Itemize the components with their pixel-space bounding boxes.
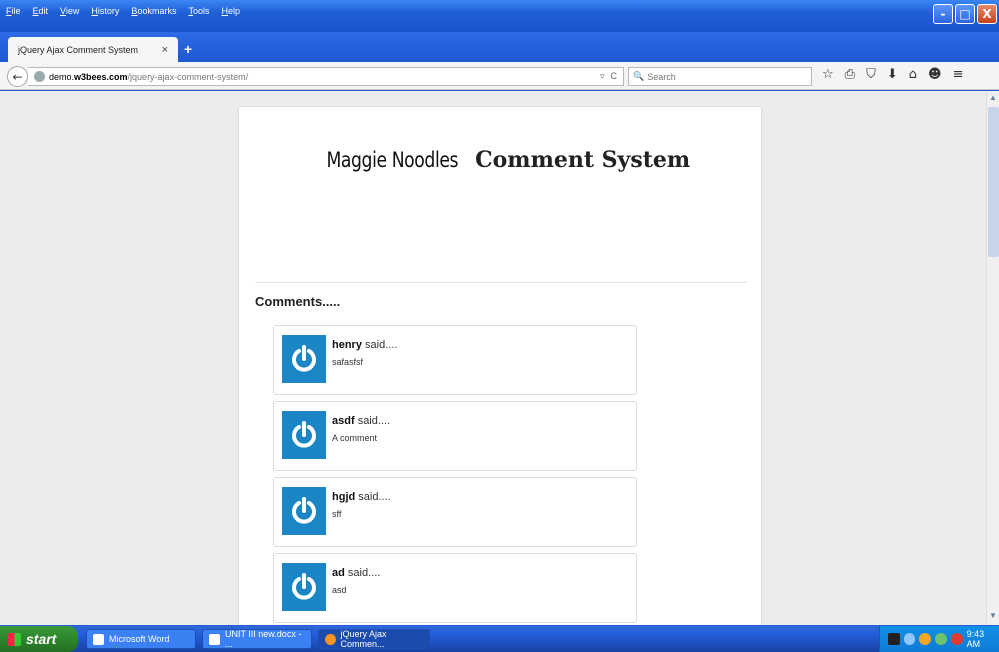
page-title: Maggie Noodles Comment System xyxy=(239,147,763,173)
volume-icon[interactable] xyxy=(935,633,947,645)
close-window-button[interactable]: X xyxy=(977,4,997,24)
bookmark-star-icon[interactable]: ☆ xyxy=(822,67,834,82)
menu-bar: File Edit View History Bookmarks Tools H… xyxy=(6,6,240,16)
new-tab-button[interactable]: + xyxy=(184,41,192,57)
avatar xyxy=(282,563,326,611)
comment-text: safasfsf xyxy=(332,357,364,367)
comment-item: hgjd said.... sff xyxy=(273,477,637,547)
start-label: start xyxy=(26,631,57,647)
word-icon xyxy=(93,633,104,645)
tab-jquery-ajax-comment-system[interactable]: jQuery Ajax Comment System × xyxy=(8,37,178,62)
menu-bookmarks[interactable]: Bookmarks xyxy=(131,6,176,16)
comment-author: ad xyxy=(332,567,345,579)
back-arrow-icon: ← xyxy=(12,69,23,84)
search-icon: 🔍 xyxy=(633,71,645,81)
power-icon xyxy=(292,421,316,448)
power-icon xyxy=(292,345,316,372)
firefox-icon xyxy=(325,633,336,645)
menu-tools[interactable]: Tools xyxy=(188,6,209,16)
divider xyxy=(255,282,747,283)
search-input[interactable] xyxy=(647,71,798,82)
menu-view[interactable]: View xyxy=(60,6,79,16)
page-title-bold: Comment System xyxy=(475,147,691,173)
window-controls: - □ X xyxy=(933,4,997,24)
browser-toolbar: ☆ ⎙ ⛉ ⬇ ⌂ ☻ ≡ xyxy=(822,67,963,82)
minimize-button[interactable]: - xyxy=(933,4,953,24)
comment-header: asdf said.... xyxy=(332,415,391,427)
window-title-bar: File Edit View History Bookmarks Tools H… xyxy=(0,0,999,32)
comment-system-card: Maggie Noodles Comment System Comments..… xyxy=(238,106,762,625)
menu-edit[interactable]: Edit xyxy=(33,6,49,16)
comments-heading: Comments..... xyxy=(255,294,341,309)
page-title-light: Maggie Noodles xyxy=(326,148,458,172)
taskbar-item-microsoft-word[interactable]: Microsoft Word xyxy=(86,629,196,649)
menu-file[interactable]: File xyxy=(6,6,21,16)
url-path: /jquery-ajax-comment-system/ xyxy=(127,71,249,82)
vertical-scrollbar[interactable]: ▲ ▼ xyxy=(986,91,999,625)
clock: 9:43 AM xyxy=(966,629,985,649)
tab-close-icon[interactable]: × xyxy=(162,44,168,56)
pocket-icon[interactable]: ⛉ xyxy=(866,67,876,82)
url-host: demo.w3bees.com xyxy=(49,71,128,82)
site-info-icon[interactable] xyxy=(34,71,45,82)
menu-history[interactable]: History xyxy=(91,6,119,16)
avatar xyxy=(282,411,326,459)
taskbar: start Microsoft Word UNIT III new.docx -… xyxy=(0,626,999,652)
comment-text: sff xyxy=(332,509,342,519)
comment-header: henry said.... xyxy=(332,339,398,351)
back-button[interactable]: ← xyxy=(7,66,28,87)
comment-author: asdf xyxy=(332,415,355,427)
avatar xyxy=(282,487,326,535)
antivirus-icon[interactable] xyxy=(950,633,963,645)
comment-author: henry xyxy=(332,339,362,351)
scroll-down-icon[interactable]: ▼ xyxy=(987,609,999,621)
navigation-bar: ← demo.w3bees.com /jquery-ajax-comment-s… xyxy=(0,62,999,90)
chat-icon[interactable]: ☻ xyxy=(928,67,942,82)
document-icon xyxy=(209,633,220,645)
comment-item: henry said.... safasfsf xyxy=(273,325,637,395)
url-bar[interactable]: demo.w3bees.com /jquery-ajax-comment-sys… xyxy=(28,67,624,86)
scrollbar-thumb[interactable] xyxy=(988,107,999,257)
taskbar-item-firefox[interactable]: jQuery Ajax Commen... xyxy=(318,629,430,649)
history-dropdown-icon[interactable]: ▿ xyxy=(600,71,605,82)
tab-strip: jQuery Ajax Comment System × + xyxy=(0,32,999,62)
taskbar-item-unit-iii-docx[interactable]: UNIT III new.docx - ... xyxy=(202,629,312,649)
downloads-icon[interactable]: ⬇ xyxy=(887,67,898,82)
home-icon[interactable]: ⌂ xyxy=(909,67,917,82)
url-tools: ▿ C xyxy=(600,71,617,82)
comment-text: A comment xyxy=(332,433,378,443)
tab-title: jQuery Ajax Comment System xyxy=(18,44,139,55)
comment-header: hgjd said.... xyxy=(332,491,391,503)
system-tray: 9:43 AM xyxy=(879,626,999,652)
search-box[interactable]: 🔍 xyxy=(628,67,812,86)
avatar xyxy=(282,335,326,383)
power-icon xyxy=(292,573,316,600)
start-button[interactable]: start xyxy=(0,626,78,652)
network-icon[interactable] xyxy=(903,633,916,645)
menu-hamburger-icon[interactable]: ≡ xyxy=(953,67,964,82)
security-icon[interactable] xyxy=(919,633,932,645)
help-icon[interactable] xyxy=(888,633,900,645)
maximize-button[interactable]: □ xyxy=(955,4,975,24)
scroll-up-icon[interactable]: ▲ xyxy=(987,91,999,103)
comment-text: asd xyxy=(332,585,347,595)
comment-author: hgjd xyxy=(332,491,356,503)
page-viewport: Maggie Noodles Comment System Comments..… xyxy=(0,91,986,625)
comment-item: ad said.... asd xyxy=(273,553,637,623)
power-icon xyxy=(292,497,316,524)
menu-help[interactable]: Help xyxy=(221,6,240,16)
comment-header: ad said.... xyxy=(332,567,381,579)
reading-list-icon[interactable]: ⎙ xyxy=(845,67,855,82)
reload-icon[interactable]: C xyxy=(611,71,618,82)
comment-item: asdf said.... A comment xyxy=(273,401,637,471)
windows-flag-icon xyxy=(8,632,21,646)
